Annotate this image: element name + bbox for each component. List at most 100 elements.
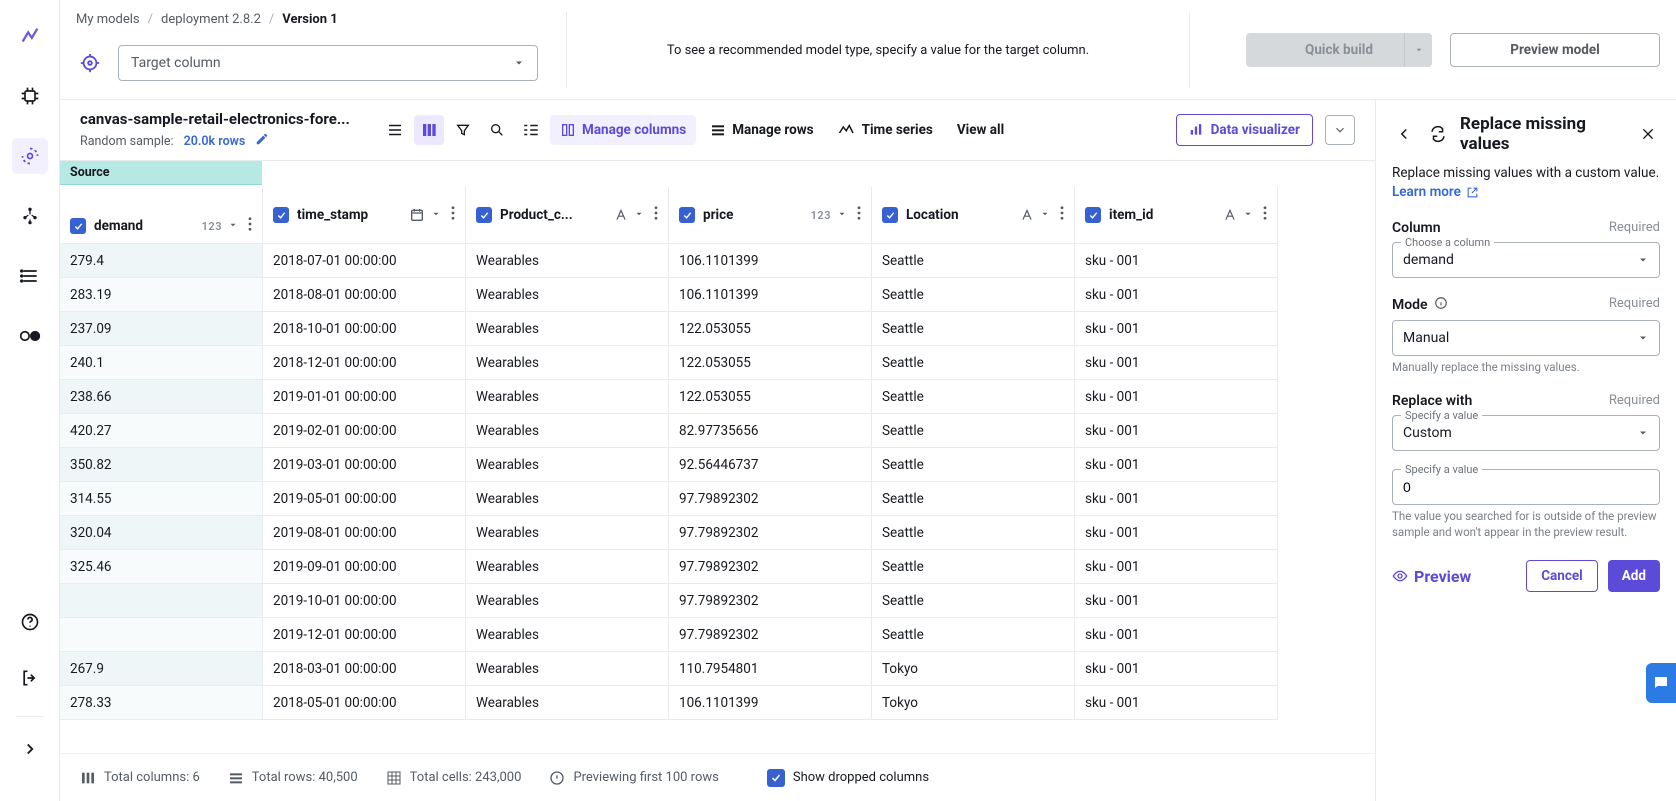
page-header: My models / deployment 2.8.2 / Version 1… — [60, 0, 1676, 100]
preview-button[interactable]: Preview — [1392, 567, 1471, 586]
specify-value-input[interactable]: Specify a value — [1392, 469, 1660, 505]
table-cell: Seattle — [872, 312, 1075, 346]
column-type-dropdown-icon[interactable] — [837, 207, 847, 223]
view-list-icon[interactable] — [380, 115, 410, 145]
filter-icon[interactable] — [448, 115, 478, 145]
table-cell: Wearables — [466, 346, 669, 380]
table-cell: 2018-08-01 00:00:00 — [263, 278, 466, 312]
add-button[interactable]: Add — [1608, 560, 1660, 592]
specify-value-field[interactable] — [1403, 479, 1649, 495]
crumb-my-models[interactable]: My models — [76, 12, 140, 27]
cancel-button[interactable]: Cancel — [1526, 560, 1598, 592]
column-name: demand — [94, 218, 143, 234]
nav-logout-icon[interactable] — [12, 660, 48, 696]
table-cell: 238.66 — [60, 380, 263, 414]
show-dropped-checkbox[interactable] — [767, 769, 785, 787]
column-checkbox[interactable] — [1085, 207, 1101, 223]
table-cell: 420.27 — [60, 414, 263, 448]
table-cell: 2019-03-01 00:00:00 — [263, 448, 466, 482]
dataset-rows-link[interactable]: 20.0k rows — [184, 134, 246, 149]
learn-more-link[interactable]: Learn more — [1392, 184, 1479, 200]
footer-previewing: Previewing first 100 rows — [573, 770, 718, 785]
search-icon[interactable] — [482, 115, 512, 145]
column-type-dropdown-icon[interactable] — [228, 218, 238, 234]
nav-flow-icon[interactable] — [12, 198, 48, 234]
data-visualizer-button[interactable]: Data visualizer — [1176, 114, 1313, 146]
table-cell: Seattle — [872, 550, 1075, 584]
nav-toggle-icon[interactable] — [12, 318, 48, 354]
crumb-deployment[interactable]: deployment 2.8.2 — [161, 12, 261, 27]
nav-wrangler-icon[interactable] — [12, 138, 48, 174]
table-cell: 2018-07-01 00:00:00 — [263, 244, 466, 278]
target-icon — [76, 49, 104, 77]
table-cell: Wearables — [466, 414, 669, 448]
table-cell: sku - 001 — [1075, 346, 1278, 380]
dataset-more-icon[interactable] — [1325, 115, 1355, 145]
table-cell: 110.7954801 — [669, 652, 872, 686]
column-header-time_stamp[interactable]: time_stamp — [263, 187, 466, 244]
mode-info-icon[interactable] — [1434, 296, 1448, 314]
manage-columns-button[interactable]: Manage columns — [550, 115, 696, 145]
table-cell: sku - 001 — [1075, 652, 1278, 686]
table-cell: 97.79892302 — [669, 618, 872, 652]
column-checkbox[interactable] — [273, 207, 289, 223]
manage-rows-button[interactable]: Manage rows — [700, 115, 823, 145]
panel-close-icon[interactable] — [1636, 122, 1660, 146]
view-all-button[interactable]: View all — [947, 115, 1014, 145]
column-menu-icon[interactable] — [654, 206, 658, 224]
table-cell: 97.79892302 — [669, 482, 872, 516]
column-checkbox[interactable] — [679, 207, 695, 223]
table-cell: Wearables — [466, 482, 669, 516]
source-badge: Source — [60, 161, 262, 185]
column-select[interactable]: Choose a column demand — [1392, 242, 1660, 278]
table-cell: Seattle — [872, 346, 1075, 380]
column-header-Location[interactable]: Location — [872, 187, 1075, 244]
nav-logo-icon[interactable] — [12, 18, 48, 54]
column-header-item_id[interactable]: item_id — [1075, 187, 1278, 244]
column-menu-icon[interactable] — [1263, 206, 1267, 224]
column-name: Product_c... — [500, 207, 573, 223]
column-name: Location — [906, 207, 959, 223]
column-type-dropdown-icon[interactable] — [431, 207, 441, 223]
column-menu-icon[interactable] — [451, 206, 455, 224]
table-cell: 2019-08-01 00:00:00 — [263, 516, 466, 550]
column-header-Product_c...[interactable]: Product_c... — [466, 187, 669, 244]
nav-collapse-icon[interactable] — [12, 731, 48, 767]
table-cell: 240.1 — [60, 346, 263, 380]
column-type-dropdown-icon[interactable] — [634, 207, 644, 223]
table-cell: 106.1101399 — [669, 244, 872, 278]
nav-help-icon[interactable] — [12, 604, 48, 640]
column-type-dropdown-icon[interactable] — [1243, 207, 1253, 223]
column-checkbox[interactable] — [882, 207, 898, 223]
edit-sample-icon[interactable] — [255, 132, 269, 150]
footer-rows: Total rows: 40,500 — [252, 770, 358, 785]
table-cell: 2018-12-01 00:00:00 — [263, 346, 466, 380]
column-header-demand[interactable]: Sourcedemand123 — [60, 187, 263, 244]
column-checkbox[interactable] — [70, 218, 86, 234]
nav-chip-icon[interactable] — [12, 78, 48, 114]
table-cell: 2018-05-01 00:00:00 — [263, 686, 466, 720]
column-checkbox[interactable] — [476, 207, 492, 223]
nav-list-icon[interactable] — [12, 258, 48, 294]
table-cell: 2019-09-01 00:00:00 — [263, 550, 466, 584]
column-header-price[interactable]: price123 — [669, 187, 872, 244]
table-cell: sku - 001 — [1075, 482, 1278, 516]
column-menu-icon[interactable] — [857, 206, 861, 224]
target-column-select[interactable]: Target column — [118, 45, 538, 81]
view-grid-icon[interactable] — [414, 115, 444, 145]
mode-select[interactable]: Manual — [1392, 320, 1660, 356]
table-cell: Wearables — [466, 652, 669, 686]
panel-back-icon[interactable] — [1392, 122, 1416, 146]
column-menu-icon[interactable] — [248, 217, 252, 235]
table-cell: Seattle — [872, 244, 1075, 278]
table-row: 267.92018-03-01 00:00:00Wearables110.795… — [60, 652, 1375, 686]
preview-model-button[interactable]: Preview model — [1450, 33, 1660, 67]
chat-fab-icon[interactable] — [1646, 663, 1676, 703]
table-cell: sku - 001 — [1075, 584, 1278, 618]
table-cell: 97.79892302 — [669, 516, 872, 550]
time-series-button[interactable]: Time series — [828, 115, 943, 145]
steps-icon[interactable] — [516, 115, 546, 145]
column-type-dropdown-icon[interactable] — [1040, 207, 1050, 223]
column-menu-icon[interactable] — [1060, 206, 1064, 224]
replace-with-select[interactable]: Specify a value Custom — [1392, 415, 1660, 451]
